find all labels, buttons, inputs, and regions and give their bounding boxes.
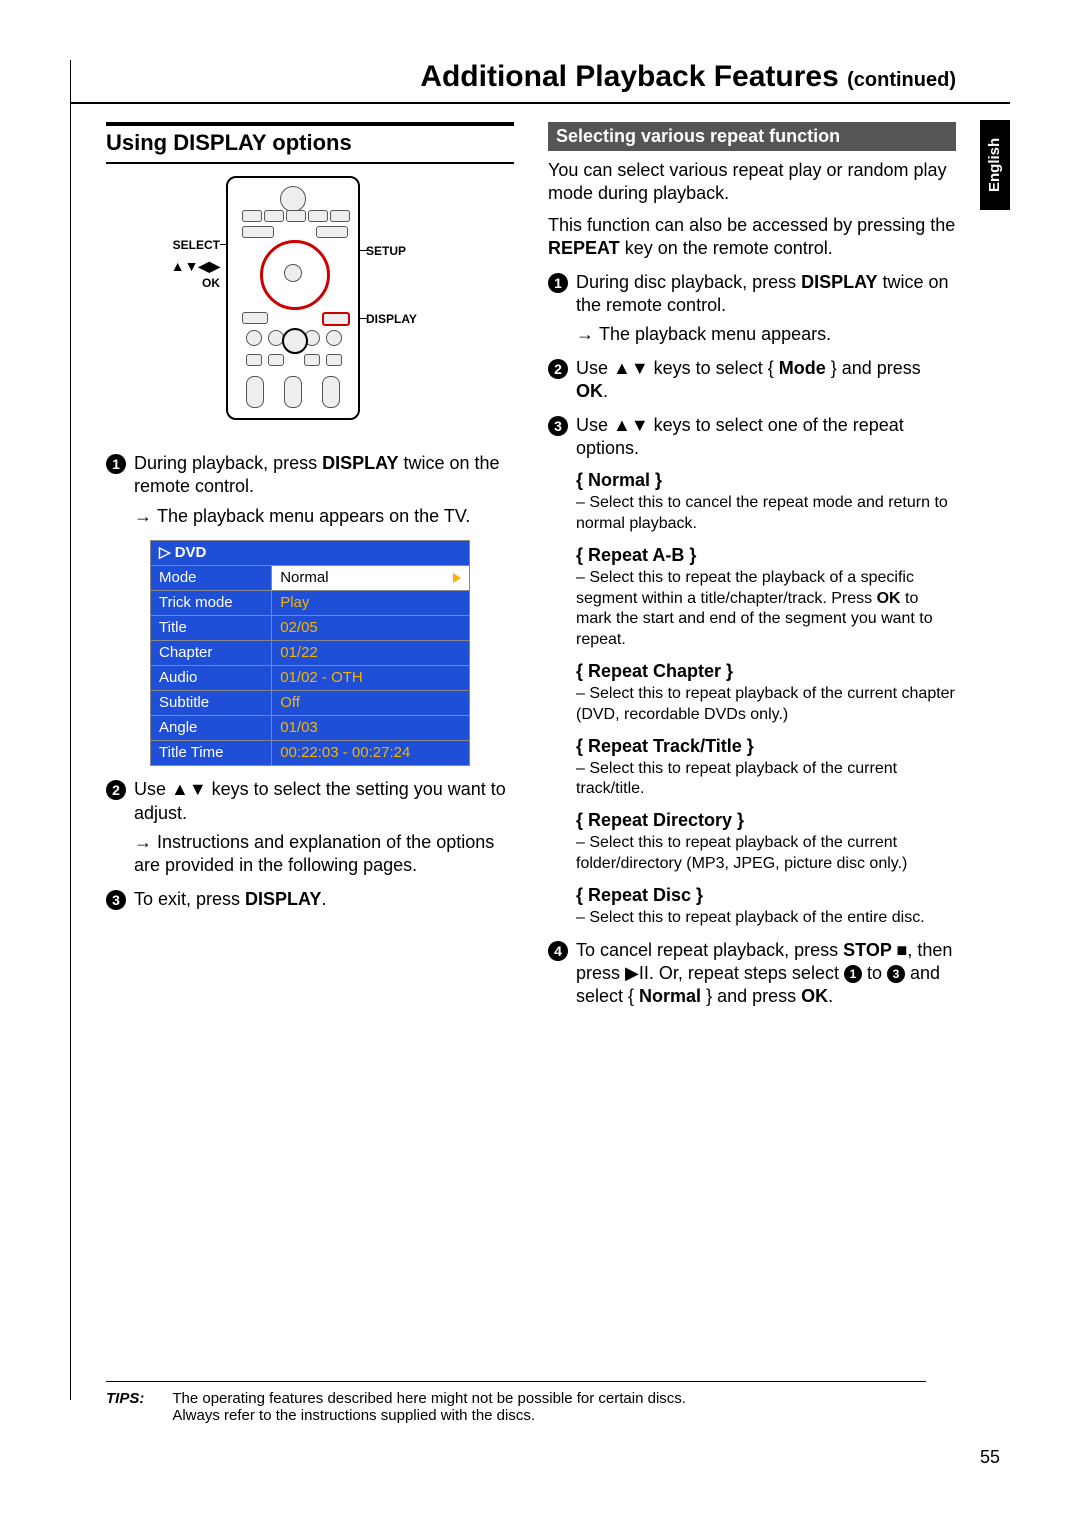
section-title: Using DISPLAY options — [106, 122, 514, 164]
remote-button — [242, 312, 268, 324]
remote-label-select: SELECT — [130, 238, 220, 252]
circled-4-icon: 4 — [548, 941, 568, 961]
option-desc: – Select this to repeat playback of the … — [576, 684, 956, 726]
circled-1-icon: 1 — [844, 965, 862, 983]
intro-para: You can select various repeat play or ra… — [548, 159, 956, 206]
remote-button — [268, 354, 284, 366]
step-2: 2 Use ▲▼ keys to select { Mode } and pre… — [548, 357, 956, 404]
remote-button — [242, 210, 262, 222]
osd-row: Angle01/03 — [151, 716, 470, 741]
circled-1-icon: 1 — [106, 454, 126, 474]
osd-header: ▷ DVD — [151, 541, 470, 566]
option-label: { Repeat Directory } — [576, 810, 956, 831]
option-desc: – Select this to repeat playback of the … — [576, 759, 956, 801]
left-column: Using DISPLAY options SELECT ▲▼◀▶ OK SET… — [106, 122, 514, 1015]
option-label: { Repeat Chapter } — [576, 661, 956, 682]
step-result: The playback menu appears. — [548, 323, 956, 346]
option-label: { Repeat Track/Title } — [576, 736, 956, 757]
play-triangle-icon — [453, 573, 461, 583]
remote-button — [246, 376, 264, 408]
remote-label-setup: SETUP — [366, 244, 406, 258]
remote-button — [308, 210, 328, 222]
osd-row: Audio01/02 - OTH — [151, 666, 470, 691]
remote-label-ok: OK — [130, 276, 220, 290]
step-1: 1 During playback, press DISPLAY twice o… — [106, 452, 514, 499]
step-text: During disc playback, press DISPLAY twic… — [576, 271, 956, 318]
page-body: Additional Playback Features (continued)… — [70, 60, 1010, 1015]
circled-2-icon: 2 — [106, 780, 126, 800]
tips-text: The operating features described here mi… — [172, 1390, 686, 1424]
osd-row: Trick modePlay — [151, 591, 470, 616]
step-4: 4 To cancel repeat playback, press STOP … — [548, 939, 956, 1009]
remote-button — [264, 210, 284, 222]
option-desc: – Select this to repeat playback of the … — [576, 833, 956, 875]
remote-button — [330, 210, 350, 222]
circled-1-icon: 1 — [548, 273, 568, 293]
remote-button — [326, 354, 342, 366]
circled-3-icon: 3 — [887, 965, 905, 983]
remote-button — [326, 330, 342, 346]
content-columns: Using DISPLAY options SELECT ▲▼◀▶ OK SET… — [70, 122, 1010, 1015]
option-label: { Repeat Disc } — [576, 885, 956, 906]
remote-button — [246, 354, 262, 366]
right-column: Selecting various repeat function You ca… — [548, 122, 956, 1015]
osd-row: Chapter01/22 — [151, 641, 470, 666]
option-label: { Normal } — [576, 470, 956, 491]
step-result: Instructions and explanation of the opti… — [106, 831, 514, 878]
page-title: Additional Playback Features — [420, 60, 838, 93]
page-number: 55 — [980, 1447, 1000, 1468]
step-text: Use ▲▼ keys to select { Mode } and press… — [576, 357, 956, 404]
remote-button — [284, 376, 302, 408]
remote-button — [282, 328, 308, 354]
circled-3-icon: 3 — [548, 416, 568, 436]
remote-button — [242, 226, 274, 238]
step-text: To cancel repeat playback, press STOP ■,… — [576, 939, 956, 1009]
repeat-options-list: { Normal } – Select this to cancel the r… — [548, 470, 956, 928]
remote-display-button — [322, 312, 350, 326]
remote-button — [286, 210, 306, 222]
circled-3-icon: 3 — [106, 890, 126, 910]
intro-para: This function can also be accessed by pr… — [548, 214, 956, 261]
osd-row: SubtitleOff — [151, 691, 470, 716]
osd-value: Normal — [272, 566, 470, 591]
step-3: 3 Use ▲▼ keys to select one of the repea… — [548, 414, 956, 461]
step-3: 3 To exit, press DISPLAY. — [106, 888, 514, 911]
step-1: 1 During disc playback, press DISPLAY tw… — [548, 271, 956, 318]
option-label: { Repeat A-B } — [576, 545, 956, 566]
step-text: Use ▲▼ keys to select the setting you wa… — [134, 778, 514, 825]
subheading: Selecting various repeat function — [548, 122, 956, 151]
remote-button — [246, 330, 262, 346]
option-desc: – Select this to repeat the playback of … — [576, 568, 956, 651]
remote-button — [304, 354, 320, 366]
option-desc: – Select this to repeat playback of the … — [576, 908, 956, 929]
remote-label-arrows: ▲▼◀▶ — [130, 258, 220, 275]
language-tab: English — [980, 120, 1010, 210]
remote-outline — [226, 176, 360, 420]
step-result: The playback menu appears on the TV. — [106, 505, 514, 528]
remote-button — [280, 186, 306, 212]
remote-illustration: SELECT ▲▼◀▶ OK SETUP DISPLAY — [106, 176, 514, 436]
step-2: 2 Use ▲▼ keys to select the setting you … — [106, 778, 514, 825]
osd-label: Mode — [151, 566, 272, 591]
circled-2-icon: 2 — [548, 359, 568, 379]
osd-row: Title Time00:22:03 - 00:27:24 — [151, 741, 470, 766]
step-text: To exit, press DISPLAY. — [134, 888, 326, 911]
tips-footer: TIPS: The operating features described h… — [106, 1381, 926, 1424]
remote-ok-button — [284, 264, 302, 282]
osd-row: Title02/05 — [151, 616, 470, 641]
remote-label-display: DISPLAY — [366, 312, 417, 326]
tips-label: TIPS: — [106, 1390, 144, 1424]
page-header: Additional Playback Features (continued) — [70, 60, 1010, 104]
osd-row-selected: Mode Normal — [151, 566, 470, 591]
remote-button — [316, 226, 348, 238]
step-text: During playback, press DISPLAY twice on … — [134, 452, 514, 499]
step-text: Use ▲▼ keys to select one of the repeat … — [576, 414, 956, 461]
remote-button — [322, 376, 340, 408]
option-desc: – Select this to cancel the repeat mode … — [576, 493, 956, 535]
osd-menu-table: ▷ DVD Mode Normal Trick modePlay Title02… — [150, 540, 470, 766]
page-continued: (continued) — [847, 69, 956, 91]
